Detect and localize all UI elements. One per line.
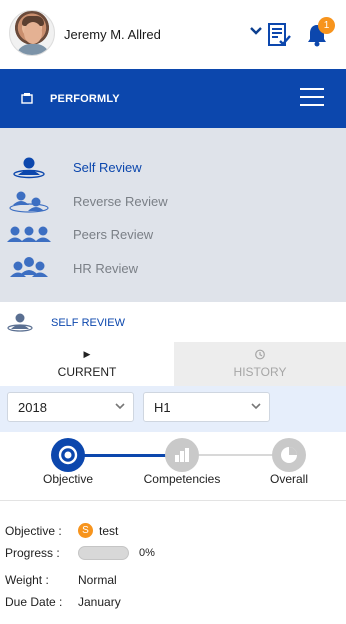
year-select[interactable]: 2018	[7, 392, 134, 422]
app-header: PERFORMLY	[0, 69, 346, 128]
step-overall[interactable]	[272, 438, 306, 472]
status-badge: S	[78, 523, 93, 538]
tab-current[interactable]: ▶ CURRENT	[0, 342, 174, 386]
brand-logo-icon	[21, 93, 33, 104]
due-date-label: Due Date :	[5, 595, 63, 609]
menu-item-reverse-review[interactable]: Reverse Review	[0, 188, 346, 218]
tab-label: HISTORY	[233, 365, 287, 379]
review-tabs: ▶ CURRENT HISTORY	[0, 342, 346, 386]
chart-bars-icon	[175, 448, 189, 462]
menu-item-label: Self Review	[73, 160, 142, 175]
tab-history[interactable]: HISTORY	[174, 342, 346, 386]
user-name[interactable]: Jeremy M. Allred	[64, 27, 161, 42]
document-check-icon[interactable]	[267, 22, 291, 48]
avatar[interactable]	[9, 10, 55, 56]
pie-chart-icon	[281, 447, 297, 463]
progress-percent: 0%	[139, 547, 155, 559]
section-title: SELF REVIEW	[51, 317, 125, 329]
step-competencies[interactable]	[165, 438, 199, 472]
step-objective[interactable]	[51, 438, 85, 472]
due-date-row: Due Date : January	[0, 595, 346, 613]
period-select[interactable]: H1	[143, 392, 270, 422]
brand-name: PERFORMLY	[50, 93, 120, 105]
hamburger-menu-icon[interactable]	[300, 88, 324, 108]
step-label-overall: Overall	[269, 472, 308, 486]
tab-label: CURRENT	[57, 365, 117, 379]
menu-item-label: Peers Review	[73, 227, 154, 242]
objective-details: Objective : S test Progress : 0% Weight …	[0, 501, 346, 624]
chevron-down-icon[interactable]	[250, 26, 262, 36]
objective-label: Objective :	[5, 524, 62, 538]
reverse-review-icon	[9, 191, 49, 213]
period-select-value: H1	[154, 400, 171, 415]
progress-label: Progress :	[5, 546, 60, 560]
objective-row: Objective : S test	[0, 523, 346, 542]
menu-item-self-review[interactable]: Self Review	[0, 154, 346, 184]
chevron-down-icon	[251, 403, 261, 410]
peers-review-icon	[7, 226, 51, 242]
year-select-value: 2018	[18, 400, 47, 415]
notification-count-badge: 1	[318, 17, 335, 34]
history-icon	[255, 349, 265, 360]
play-icon: ▶	[83, 349, 91, 359]
self-review-icon	[7, 313, 33, 332]
review-type-menu: Self Review Reverse Review Peers Review	[0, 128, 346, 302]
progress-row: Progress : 0%	[0, 546, 346, 564]
self-review-icon	[13, 157, 45, 179]
filter-bar: 2018 H1	[0, 386, 346, 432]
menu-item-label: HR Review	[73, 261, 139, 276]
weight-row: Weight : Normal	[0, 573, 346, 591]
section-header: SELF REVIEW	[0, 302, 346, 342]
target-icon	[58, 445, 78, 465]
weight-value: Normal	[78, 573, 117, 587]
step-label-competencies: Competencies	[143, 472, 221, 486]
menu-item-hr-review[interactable]: HR Review	[0, 255, 346, 285]
step-label-objective: Objective	[42, 472, 94, 486]
menu-item-peers-review[interactable]: Peers Review	[0, 221, 346, 251]
review-stepper: Objective Competencies Overall	[0, 432, 346, 500]
due-date-value: January	[78, 595, 121, 609]
chevron-down-icon	[115, 403, 125, 410]
menu-item-label: Reverse Review	[73, 194, 168, 209]
hr-review-icon	[10, 257, 48, 277]
progress-bar	[78, 546, 129, 560]
objective-value[interactable]: test	[99, 524, 118, 538]
user-bar: Jeremy M. Allred 1	[0, 0, 346, 69]
weight-label: Weight :	[5, 573, 49, 587]
